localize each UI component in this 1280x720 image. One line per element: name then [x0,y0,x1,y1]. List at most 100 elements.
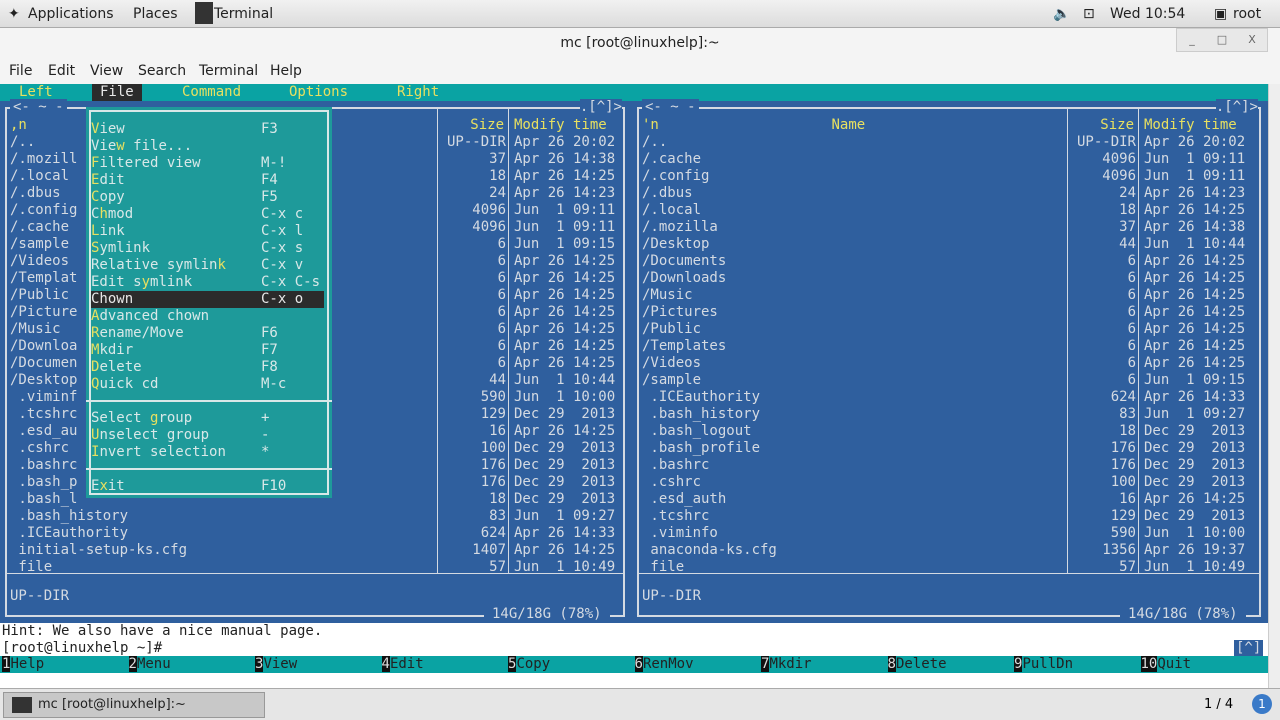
menu-item-copy[interactable]: Copy F5 [91,189,324,206]
header-sort[interactable]: ,n [10,117,27,134]
file-name[interactable]: /.dbus [10,185,61,202]
panel-corner[interactable]: .[^]> [1215,99,1258,116]
menu-item-rename-move[interactable]: Rename/Move F6 [91,325,324,342]
file-name[interactable]: /sample [10,236,69,253]
menu-item-delete[interactable]: Delete F8 [91,359,324,376]
file-name[interactable]: .tcshrc [642,508,709,525]
file-name[interactable]: /Documents [642,253,726,270]
header-size[interactable]: Size [439,117,504,134]
file-name[interactable]: .viminf [10,389,77,406]
file-name[interactable]: /Music [642,287,693,304]
menu-item-exit[interactable]: Exit F10 [91,478,324,495]
file-name[interactable]: /.local [642,202,701,219]
minimize-button[interactable]: _ [1177,29,1207,51]
file-name[interactable]: /.cache [642,151,701,168]
file-name[interactable]: /.cache [10,219,69,236]
header-size[interactable]: Size [1069,117,1134,134]
file-name[interactable]: .bash_logout [642,423,751,440]
header-time[interactable]: Modify time [514,117,607,134]
fkey-delete[interactable]: 8Delete [887,656,947,673]
header-sort[interactable]: 'n [642,117,659,134]
file-name[interactable]: .cshrc [10,440,69,457]
fkey-mkdir[interactable]: 7Mkdir [761,656,812,673]
file-name[interactable]: .bash_history [642,406,760,423]
file-name[interactable]: .bash_l [10,491,77,508]
menu-item-quick-cd[interactable]: Quick cd M-c [91,376,324,393]
file-name[interactable]: /.local [10,168,69,185]
file-name[interactable]: .bashrc [642,457,709,474]
file-name[interactable]: /Desktop [10,372,77,389]
file-name[interactable]: .ICEauthority [10,525,128,542]
mc-menu-file[interactable]: File [92,84,142,101]
menu-item-link[interactable]: Link C-x l [91,223,324,240]
file-name[interactable]: /Videos [642,355,701,372]
menu-item-view-file[interactable]: View file... [91,138,324,155]
menu-terminal[interactable]: Terminal [199,63,258,79]
menu-item-advanced-chown[interactable]: Advanced chown [91,308,324,325]
file-name[interactable]: .esd_au [10,423,77,440]
file-name[interactable]: /Public [642,321,701,338]
fkey-quit[interactable]: 10Quit [1140,656,1191,673]
mc-menu-right[interactable]: Right [397,84,439,101]
taskbar-item-mc[interactable]: mc [root@linuxhelp]:~ [3,692,265,718]
clock[interactable]: Wed 10:54 [1110,6,1185,22]
file-name[interactable]: .ICEauthority [642,389,760,406]
fkey-view[interactable]: 3View [255,656,297,673]
file-name[interactable]: .bash_p [10,474,77,491]
menu-help[interactable]: Help [270,63,302,79]
fkey-copy[interactable]: 5Copy [508,656,550,673]
fkey-renmov[interactable]: 6RenMov [634,656,694,673]
terminal-launcher[interactable]: Terminal [214,6,273,22]
file-name[interactable]: /.mozill [10,151,77,168]
file-name[interactable]: /.mozilla [642,219,718,236]
fkey-menu[interactable]: 2Menu [128,656,171,673]
notification-icon[interactable]: 1 [1252,694,1272,714]
menu-edit[interactable]: Edit [48,63,75,79]
file-name[interactable]: /.. [642,134,667,151]
fkey-help[interactable]: 1Help [2,656,44,673]
file-name[interactable]: /Music [10,321,61,338]
file-name[interactable]: /Public [10,287,69,304]
menu-item-symlink[interactable]: Symlink C-x s [91,240,324,257]
mc-menu-command[interactable]: Command [182,84,241,101]
menu-item-chmod[interactable]: Chmod C-x c [91,206,324,223]
command-prompt[interactable]: [root@linuxhelp ~]# [2,640,162,657]
applications-menu[interactable]: Applications [28,6,114,22]
menu-file[interactable]: File [9,63,32,79]
menu-item-select-group[interactable]: Select group + [91,410,324,427]
file-name[interactable]: initial-setup-ks.cfg [10,542,187,559]
maximize-button[interactable]: □ [1207,29,1237,51]
workspace-indicator[interactable]: 1 / 4 [1204,697,1233,712]
file-name[interactable]: /sample [642,372,701,389]
terminal-scrollbar[interactable] [1268,84,1280,688]
menu-item-mkdir[interactable]: Mkdir F7 [91,342,324,359]
file-name[interactable]: /.dbus [642,185,693,202]
file-name[interactable]: /Downloads [642,270,726,287]
volume-icon[interactable]: 🔈 [1053,6,1070,22]
menu-item-edit[interactable]: Edit F4 [91,172,324,189]
fkey-pulldn[interactable]: 9PullDn [1014,656,1073,673]
file-name[interactable]: /Templat [10,270,77,287]
file-name[interactable]: .tcshrc [10,406,77,423]
terminal-area[interactable]: Left File Command Options Right <- ~ - .[… [0,84,1268,688]
file-name[interactable]: file [642,559,684,576]
file-name[interactable]: file [10,559,52,576]
right-panel[interactable]: <- ~ - .[^]> 'n Name Size Modify time /.. UP--D… [632,99,1268,623]
file-name[interactable]: .bashrc [10,457,77,474]
file-name[interactable]: /Picture [10,304,77,321]
menu-item-edit-symlink[interactable]: Edit symlink C-x C-s [91,274,324,291]
menu-item-unselect-group[interactable]: Unselect group - [91,427,324,444]
fkey-edit[interactable]: 4Edit [381,656,424,673]
menu-item-view[interactable]: View F3 [91,121,324,138]
file-name[interactable]: .esd_auth [642,491,726,508]
file-name[interactable]: /Pictures [642,304,718,321]
menu-view[interactable]: View [90,63,123,79]
file-name[interactable]: /Templates [642,338,726,355]
file-name[interactable]: /Downloa [10,338,77,355]
user-menu[interactable]: root [1233,6,1261,22]
file-name[interactable]: .bash_profile [642,440,760,457]
menu-item-chown[interactable]: Chown C-x o [91,291,324,308]
menu-item-invert-selection[interactable]: Invert selection * [91,444,324,461]
file-name[interactable]: /.config [10,202,77,219]
file-name[interactable]: /.config [642,168,709,185]
